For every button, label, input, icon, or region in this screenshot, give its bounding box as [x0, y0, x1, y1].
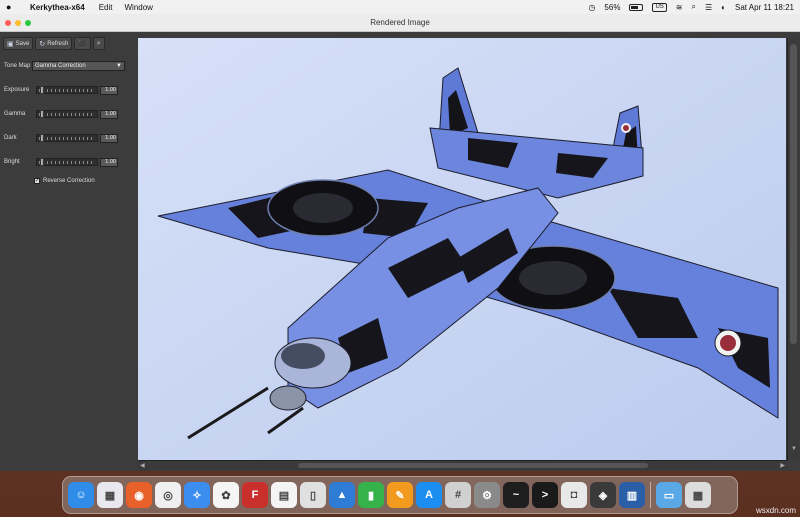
- horizontal-scrollbar[interactable]: ◀ ▶: [138, 460, 787, 470]
- dark-slider[interactable]: [36, 134, 98, 142]
- dock: ☺ ▦ ◉ ◎ ✧ ✿ F ▤ ▯ ▲ ▮ ✎ A # ⚙ ~ > ◘ ◈ ▥ ▭ ▩: [62, 476, 738, 514]
- pages-icon[interactable]: ✎: [387, 482, 413, 508]
- gamma-value[interactable]: 1.00: [100, 109, 118, 119]
- activity-monitor-icon[interactable]: ~: [503, 482, 529, 508]
- slider-thumb[interactable]: [39, 134, 44, 142]
- slider-label: Gamma: [4, 111, 26, 117]
- scroll-left-arrow-icon[interactable]: ◀: [140, 462, 145, 469]
- safari-icon[interactable]: ✧: [184, 482, 210, 508]
- watermark: wsxdn.com: [755, 506, 796, 515]
- reverse-correction-checkbox[interactable]: ✓: [34, 178, 40, 184]
- kerkythea-icon[interactable]: ◈: [590, 482, 616, 508]
- brush-icon: ⬛: [78, 40, 87, 48]
- apple-icon[interactable]: ●: [6, 2, 16, 12]
- app-window: Rendered Image ▣ Save ↻ Refresh ⬛ ⌕ Tone…: [0, 14, 800, 471]
- slider-row-bright: Bright 1.00: [0, 150, 137, 174]
- title-bar[interactable]: Rendered Image: [0, 14, 800, 32]
- menu-bar: ● Kerkythea-x64 Edit Window ◷ 56% US ≋ ⌕…: [0, 0, 800, 14]
- gamma-slider[interactable]: [36, 110, 98, 118]
- close-button[interactable]: [5, 19, 11, 26]
- zoom-button[interactable]: [25, 19, 31, 26]
- disk-utility-icon[interactable]: ▥: [619, 482, 645, 508]
- reverse-correction-label: Reverse Correction: [43, 178, 95, 184]
- save-label: Save: [15, 40, 30, 47]
- dark-value[interactable]: 1.00: [100, 133, 118, 143]
- window-title: Rendered Image: [370, 18, 430, 27]
- slider-row-gamma: Gamma 1.00: [0, 102, 137, 126]
- refresh-button[interactable]: ↻ Refresh: [35, 37, 73, 50]
- firefox-icon[interactable]: ◉: [126, 482, 152, 508]
- scroll-right-arrow-icon[interactable]: ▶: [780, 462, 785, 469]
- minimize-button[interactable]: [15, 19, 21, 26]
- tone-map-select[interactable]: Gamma Correction ▼: [32, 61, 125, 71]
- siri-icon[interactable]: ◐: [721, 3, 726, 12]
- menu-edit[interactable]: Edit: [99, 3, 113, 12]
- vertical-scroll-thumb[interactable]: [790, 44, 797, 344]
- menu-app-name[interactable]: Kerkythea-x64: [30, 3, 85, 12]
- slider-label: Dark: [4, 135, 17, 141]
- exposure-value[interactable]: 1.00: [100, 85, 118, 95]
- rendered-image-view: [138, 38, 786, 460]
- slider-thumb[interactable]: [39, 110, 44, 118]
- notes-icon[interactable]: ▤: [271, 482, 297, 508]
- menu-window[interactable]: Window: [125, 3, 153, 12]
- bright-value[interactable]: 1.00: [100, 157, 118, 167]
- calculator-icon[interactable]: #: [445, 482, 471, 508]
- bright-slider[interactable]: [36, 158, 98, 166]
- brush-button[interactable]: ⬛: [74, 37, 91, 50]
- filezilla-icon[interactable]: F: [242, 482, 268, 508]
- slider-row-dark: Dark 1.00: [0, 126, 137, 150]
- status-area: ◷ 56% US ≋ ⌕ ☰ ◐ Sat Apr 11 18:21: [588, 2, 794, 12]
- chrome-icon[interactable]: ◎: [155, 482, 181, 508]
- dock-separator: [650, 482, 651, 508]
- save-button[interactable]: ▣ Save: [3, 37, 34, 50]
- system-preferences-icon[interactable]: ⚙: [474, 482, 500, 508]
- slider-thumb[interactable]: [39, 158, 44, 166]
- numbers-icon[interactable]: ▮: [358, 482, 384, 508]
- battery-icon[interactable]: [629, 3, 644, 11]
- keynote-icon[interactable]: ▲: [329, 482, 355, 508]
- scroll-down-arrow-icon[interactable]: ▼: [791, 446, 797, 452]
- magnifier-icon: ⌕: [96, 39, 101, 47]
- trash-icon[interactable]: ▩: [685, 482, 711, 508]
- slider-label: Exposure: [4, 87, 30, 93]
- tone-map-row: Tone Map Gamma Correction ▼: [0, 54, 137, 78]
- refresh-icon: ↻: [39, 40, 46, 48]
- horizontal-scroll-thumb[interactable]: [298, 463, 648, 468]
- battery-percent: 56%: [604, 2, 621, 12]
- toolbar: ▣ Save ↻ Refresh ⬛ ⌕: [0, 33, 137, 54]
- preview-icon[interactable]: ▯: [300, 482, 326, 508]
- reverse-correction-row: ✓ Reverse Correction: [0, 174, 137, 188]
- tone-map-value: Gamma Correction: [35, 63, 86, 69]
- vertical-scrollbar[interactable]: ▼: [787, 38, 799, 460]
- wifi-icon[interactable]: ≋: [676, 3, 683, 12]
- tone-map-label: Tone Map: [4, 63, 31, 69]
- photos-icon[interactable]: ✿: [213, 482, 239, 508]
- exposure-slider[interactable]: [36, 86, 98, 94]
- battery-fill: [631, 5, 639, 9]
- slider-label: Bright: [4, 159, 20, 165]
- refresh-label: Refresh: [47, 40, 69, 47]
- search-icon[interactable]: ⌕: [691, 2, 695, 12]
- settings-panel: ▣ Save ↻ Refresh ⬛ ⌕ Tone Map Gamma Corr…: [0, 33, 137, 471]
- menu-datetime[interactable]: Sat Apr 11 18:21: [735, 3, 794, 12]
- save-icon: ▣: [7, 40, 14, 48]
- app-store-icon[interactable]: A: [416, 482, 442, 508]
- zoom-tool-button[interactable]: ⌕: [92, 37, 105, 50]
- finder-icon[interactable]: ☺: [68, 482, 94, 508]
- slider-row-exposure: Exposure 1.00: [0, 78, 137, 102]
- input-source[interactable]: US: [652, 2, 667, 12]
- chevron-down-icon: ▼: [116, 63, 122, 69]
- terminal-icon[interactable]: >: [532, 482, 558, 508]
- downloads-folder-icon[interactable]: ▭: [656, 482, 682, 508]
- launchpad-icon[interactable]: ▦: [97, 482, 123, 508]
- time-machine-icon[interactable]: ◷: [588, 3, 595, 12]
- screenshot-icon[interactable]: ◘: [561, 482, 587, 508]
- slider-thumb[interactable]: [39, 86, 44, 94]
- control-center-icon[interactable]: ☰: [705, 3, 712, 12]
- rendered-aircraft-image: [138, 38, 786, 460]
